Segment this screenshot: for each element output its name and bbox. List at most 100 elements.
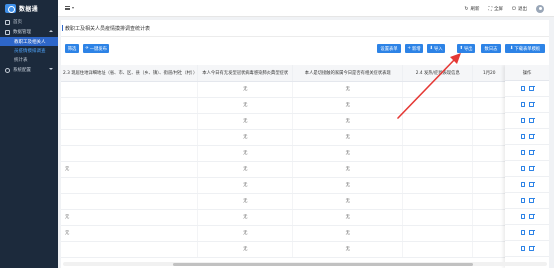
header-actions: ↻ 刷新 ⛶ 全屏 ⏻ 退出 [464,5,544,13]
table-cell [472,177,507,194]
edit-icon[interactable] [520,182,525,187]
main-panel: 教职工及相关人员疫情摸排调查统计表 筛选 ✈ 一键发布 设置表单 + 新增 ⬇ … [61,20,549,268]
edit-icon[interactable] [520,246,525,251]
fullscreen-button[interactable]: ⛶ 全屏 [489,6,504,12]
filter-button[interactable]: 筛选 [65,44,79,53]
avatar[interactable] [536,5,544,13]
data-icon [5,29,10,35]
edit-icon[interactable] [520,102,525,107]
table-cell [402,113,474,130]
export-label: 导出 [464,46,473,52]
edit-icon[interactable] [520,198,525,203]
delete-icon[interactable] [529,197,534,203]
edit-icon[interactable] [520,150,525,155]
download-template-button[interactable]: ⬇ 下载表单模板 [505,44,545,53]
download-label: 下载表单模板 [514,46,541,52]
column-header[interactable]: 本人是切接触的家属今日是否有相关症状表现 [292,65,404,82]
row-actions [505,225,549,241]
table-cell [472,225,507,242]
column-header[interactable]: 1月20 [472,65,507,82]
chevron-down-icon [49,68,53,70]
caret-down-icon[interactable] [72,7,74,9]
row-actions [505,97,549,113]
log-button[interactable]: 数日志 [481,44,501,53]
sidebar-item-data-management[interactable]: 数据管理 [0,27,58,37]
edit-icon[interactable] [520,214,525,219]
table-cell [402,129,474,146]
table-cell: 元 [61,209,199,226]
table-cell [402,177,474,194]
column-header[interactable]: 本人今日有无发型冠状病毒感染肺炎典型症状 [197,65,294,82]
sidebar-item-home[interactable]: 首页 [0,17,58,27]
onekey-publish-button[interactable]: ✈ 一键发布 [83,44,109,53]
import-button[interactable]: ⬇ 导入 [427,44,445,53]
row-actions [505,145,549,161]
table-cell [402,241,474,258]
table-row: 无无 [61,113,507,130]
table-cell [402,225,474,242]
logout-button[interactable]: ⏻ 退出 [512,6,527,12]
table-cell: 无 [292,225,404,242]
title-accent-bar [62,25,63,31]
table-cell [61,97,199,114]
sidebar-item-label: 系统配置 [13,68,31,73]
sidebar-item-system-config[interactable]: 系统配置 [0,65,58,75]
delete-icon[interactable] [529,181,534,187]
onekey-publish-label: 一键发布 [89,46,107,52]
delete-icon[interactable] [529,229,534,235]
scrollbar-thumb[interactable] [173,262,473,266]
delete-icon[interactable] [529,117,534,123]
delete-icon[interactable] [529,165,534,171]
delete-icon[interactable] [529,149,534,155]
table-cell: 元 [61,161,199,178]
table-row: 无无 [61,97,507,114]
refresh-label: 刷新 [470,7,480,12]
horizontal-scrollbar[interactable] [63,262,547,266]
table-cell [61,145,199,162]
table-cell: 无 [197,241,294,258]
column-header[interactable]: 2.3 现居住地详细地址（省、市、区、县（乡、镇）、街道/村社（村）） [61,65,199,82]
import-label: 导入 [434,46,443,52]
edit-icon[interactable] [520,86,525,91]
menu-toggle-icon[interactable] [65,6,70,10]
sidebar-subitem-survey-continued[interactable]: 员疫情摸排调查 [0,46,58,55]
delete-icon[interactable] [529,245,534,251]
table-cell: 无 [197,177,294,194]
row-actions [505,209,549,225]
table-cell: 无 [292,177,404,194]
row-actions [505,177,549,193]
table-cell [472,209,507,226]
refresh-button[interactable]: ↻ 刷新 [464,6,479,12]
row-actions [505,113,549,129]
table-row: 无无 [61,193,507,210]
row-actions [505,161,549,177]
sidebar-subitem-staff-survey[interactable]: 教职工及相关人 [0,37,58,46]
table-cell: 无 [292,113,404,130]
survey-table: 2.3 现居住地详细地址（省、市、区、县（乡、镇）、街道/村社（村）） 本人今日… [61,65,507,258]
table-cell [472,145,507,162]
chevron-up-icon [49,30,53,32]
delete-icon[interactable] [529,101,534,107]
column-header: 操作 [505,65,549,81]
edit-icon[interactable] [520,230,525,235]
export-button[interactable]: ⬆ 导出 [457,44,475,53]
edit-icon[interactable] [520,118,525,123]
edit-icon[interactable] [520,166,525,171]
delete-icon[interactable] [529,133,534,139]
table-cell: 无 [197,129,294,146]
sidebar-subitem-stat-table[interactable]: 统计表 [0,55,58,64]
column-header[interactable]: 2.4 发热/症状表现信息 [402,65,474,82]
add-button[interactable]: + 新增 [405,44,423,53]
logout-icon: ⏻ [512,6,516,12]
delete-icon[interactable] [529,213,534,219]
table-row: 元无无 [61,225,507,242]
import-icon: ⬇ [429,46,433,51]
table-row: 无无 [61,145,507,162]
table-cell: 无 [197,97,294,114]
table-cell [61,81,199,98]
delete-icon[interactable] [529,85,534,91]
settings-form-button[interactable]: 设置表单 [377,44,401,53]
table-cell [402,209,474,226]
gear-icon [5,67,10,73]
edit-icon[interactable] [520,134,525,139]
